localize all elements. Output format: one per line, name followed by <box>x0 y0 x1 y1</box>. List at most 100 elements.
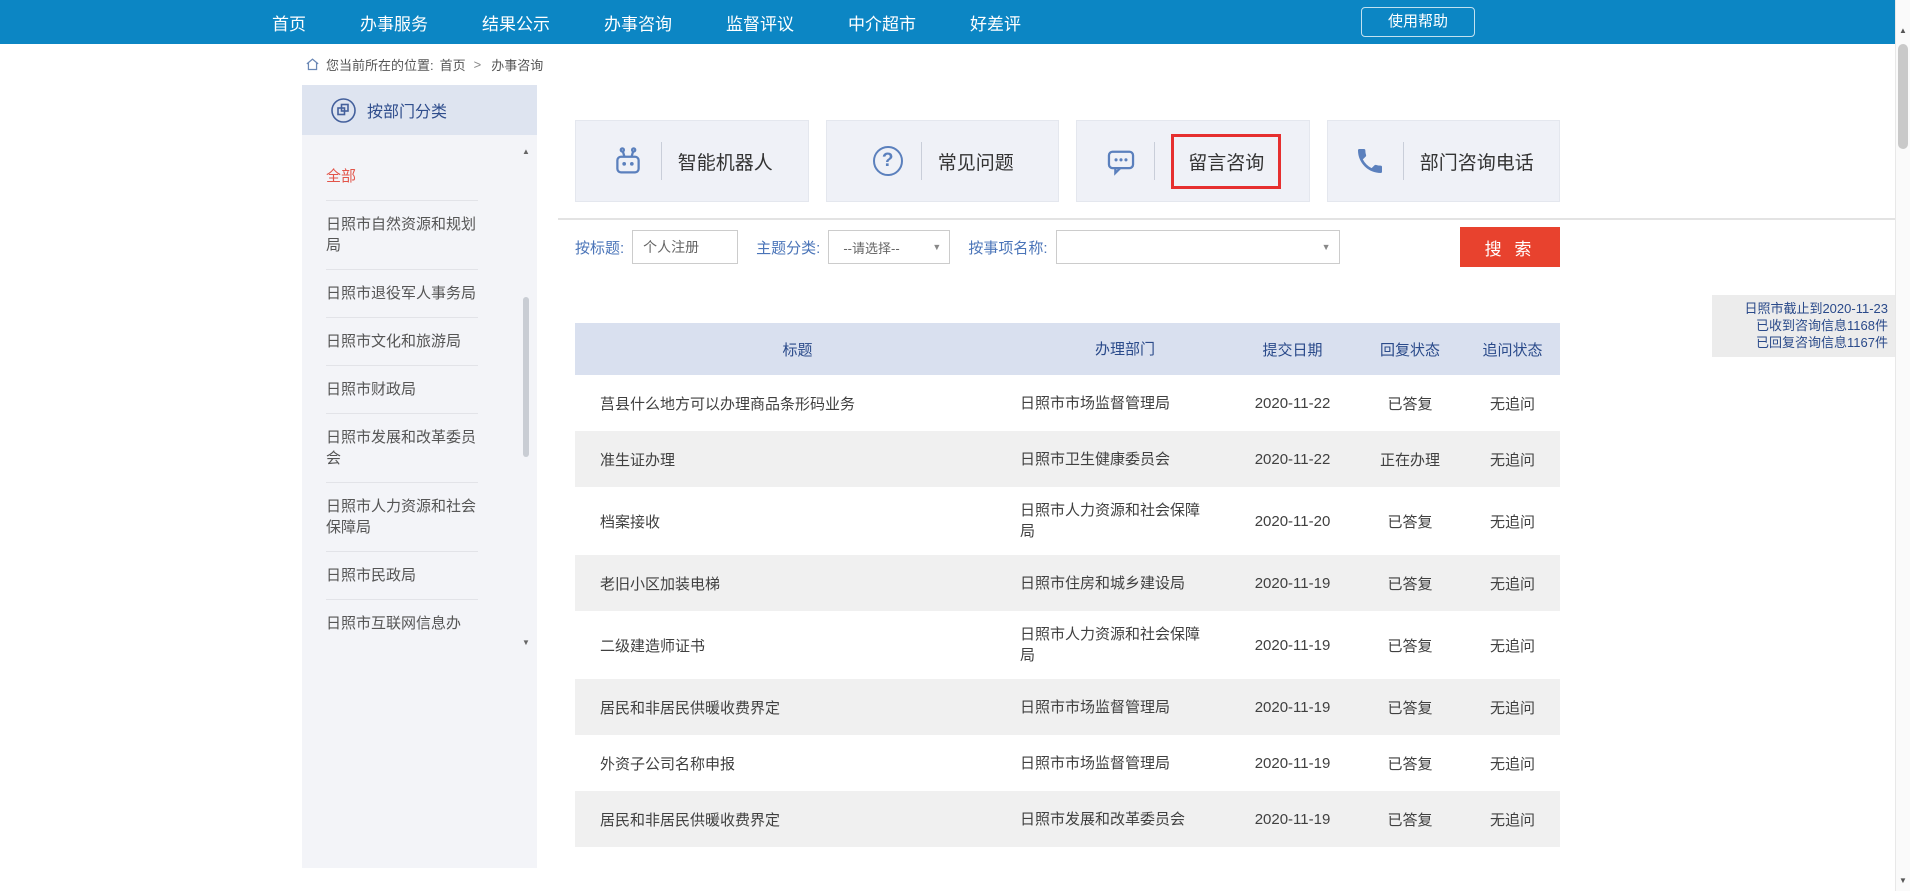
nav-item-results[interactable]: 结果公示 <box>482 10 550 35</box>
table-row[interactable]: 老旧小区加装电梯 日照市住房和城乡建设局 2020-11-19 已答复 无追问 <box>575 555 1560 611</box>
nav-item-rating[interactable]: 好差评 <box>970 10 1021 35</box>
sidebar-item-natural-resources[interactable]: 日照市自然资源和规划局 <box>326 201 478 270</box>
cell-followup-status: 无追问 <box>1465 697 1560 718</box>
top-navigation-bar: 首页 办事服务 结果公示 办事咨询 监督评议 中介超市 好差评 使用帮助 <box>0 0 1895 44</box>
sidebar-scrollbar[interactable]: ▲ ▼ <box>520 147 532 647</box>
tab-department-phone[interactable]: 部门咨询电话 <box>1327 120 1561 202</box>
cell-department: 日照市住房和城乡建设局 <box>1020 573 1230 594</box>
cell-title[interactable]: 外资子公司名称申报 <box>575 753 1020 774</box>
cell-title[interactable]: 居民和非居民供暖收费界定 <box>575 809 1020 830</box>
cell-date: 2020-11-19 <box>1230 811 1355 828</box>
sidebar-item-development-reform[interactable]: 日照市发展和改革委员会 <box>326 414 478 483</box>
tab-label-smart-robot: 智能机器人 <box>678 148 773 175</box>
sidebar-title: 按部门分类 <box>367 98 447 122</box>
sidebar-item-civil-affairs[interactable]: 日照市民政局 <box>326 552 478 600</box>
topic-select[interactable]: --请选择-- ▼ <box>828 230 950 264</box>
search-button[interactable]: 搜 索 <box>1460 227 1560 267</box>
title-search-input[interactable] <box>632 230 738 264</box>
column-header-reply-status: 回复状态 <box>1355 339 1465 360</box>
table-row[interactable]: 档案接收 日照市人力资源和社会保障局 2020-11-20 已答复 无追问 <box>575 487 1560 555</box>
cell-reply-status: 已答复 <box>1355 511 1465 532</box>
sidebar-header: 按部门分类 <box>302 85 537 135</box>
cell-title[interactable]: 档案接收 <box>575 511 1020 532</box>
robot-icon <box>611 144 645 178</box>
scroll-up-icon[interactable]: ▲ <box>1896 26 1910 35</box>
stats-line-2: 已收到咨询信息1168件 <box>1718 317 1888 334</box>
title-filter-label: 按标题: <box>575 237 624 258</box>
cell-date: 2020-11-19 <box>1230 637 1355 654</box>
cell-department: 日照市卫生健康委员会 <box>1020 449 1230 470</box>
cell-title[interactable]: 老旧小区加装电梯 <box>575 573 1020 594</box>
search-filter-bar: 按标题: 主题分类: --请选择-- ▼ 按事项名称: ▼ 搜 索 <box>575 226 1560 268</box>
cell-department: 日照市发展和改革委员会 <box>1020 809 1230 830</box>
cell-department: 日照市人力资源和社会保障局 <box>1020 624 1230 666</box>
cell-reply-status: 已答复 <box>1355 809 1465 830</box>
cell-followup-status: 无追问 <box>1465 573 1560 594</box>
breadcrumb-home-link[interactable]: 首页 <box>440 55 466 74</box>
consultation-stats-box: 日照市截止到2020-11-23 已收到咨询信息1168件 已回复咨询信息116… <box>1712 295 1896 357</box>
table-header-row: 标题 办理部门 提交日期 回复状态 追问状态 <box>575 323 1560 375</box>
consult-tabs: 智能机器人 ? 常见问题 留言咨询 <box>575 120 1560 202</box>
table-row[interactable]: 外资子公司名称申报 日照市市场监督管理局 2020-11-19 已答复 无追问 <box>575 735 1560 791</box>
tab-faq[interactable]: ? 常见问题 <box>826 120 1060 202</box>
nav-menu: 首页 办事服务 结果公示 办事咨询 监督评议 中介超市 好差评 <box>0 10 1021 35</box>
tab-smart-robot[interactable]: 智能机器人 <box>575 120 809 202</box>
cell-title[interactable]: 居民和非居民供暖收费界定 <box>575 697 1020 718</box>
column-header-followup-status: 追问状态 <box>1465 339 1560 360</box>
page-scrollbar[interactable]: ▲ ▼ <box>1895 0 1910 891</box>
cell-followup-status: 无追问 <box>1465 511 1560 532</box>
nav-item-home[interactable]: 首页 <box>272 10 306 35</box>
sidebar-item-internet-info[interactable]: 日照市互联网信息办 <box>326 600 478 647</box>
cell-reply-status: 已答复 <box>1355 753 1465 774</box>
sidebar-item-veterans-affairs[interactable]: 日照市退役军人事务局 <box>326 270 478 318</box>
cell-date: 2020-11-19 <box>1230 575 1355 592</box>
cell-date: 2020-11-22 <box>1230 451 1355 468</box>
table-row[interactable]: 准生证办理 日照市卫生健康委员会 2020-11-22 正在办理 无追问 <box>575 431 1560 487</box>
cell-reply-status: 已答复 <box>1355 697 1465 718</box>
sidebar-item-all[interactable]: 全部 <box>326 153 478 201</box>
scroll-down-icon[interactable]: ▼ <box>1896 876 1910 885</box>
tab-label-department-phone: 部门咨询电话 <box>1420 148 1534 175</box>
cell-date: 2020-11-19 <box>1230 699 1355 716</box>
cell-followup-status: 无追问 <box>1465 753 1560 774</box>
page-scrollbar-thumb[interactable] <box>1898 44 1908 149</box>
nav-item-agency-market[interactable]: 中介超市 <box>848 10 916 35</box>
sidebar-item-culture-tourism[interactable]: 日照市文化和旅游局 <box>326 318 478 366</box>
cell-title[interactable]: 准生证办理 <box>575 449 1020 470</box>
category-icon <box>330 97 357 124</box>
cell-department: 日照市市场监督管理局 <box>1020 753 1230 774</box>
cell-reply-status: 已答复 <box>1355 635 1465 656</box>
column-header-title: 标题 <box>575 339 1020 360</box>
table-row[interactable]: 居民和非居民供暖收费界定 日照市发展和改革委员会 2020-11-19 已答复 … <box>575 791 1560 847</box>
column-header-department: 办理部门 <box>1020 339 1230 360</box>
table-row[interactable]: 居民和非居民供暖收费界定 日照市市场监督管理局 2020-11-19 已答复 无… <box>575 679 1560 735</box>
nav-item-supervision[interactable]: 监督评议 <box>726 10 794 35</box>
main-content: 智能机器人 ? 常见问题 留言咨询 <box>575 85 1560 875</box>
cell-title[interactable]: 二级建造师证书 <box>575 635 1020 656</box>
sidebar-item-human-resources[interactable]: 日照市人力资源和社会保障局 <box>326 483 478 552</box>
cell-followup-status: 无追问 <box>1465 809 1560 830</box>
phone-icon <box>1353 144 1387 178</box>
help-button[interactable]: 使用帮助 <box>1361 7 1475 37</box>
cell-date: 2020-11-20 <box>1230 513 1355 530</box>
chevron-down-icon: ▼ <box>1322 242 1331 252</box>
tab-message-consult[interactable]: 留言咨询 <box>1076 120 1310 202</box>
sidebar-scrollbar-thumb[interactable] <box>523 297 529 457</box>
cell-title[interactable]: 莒县什么地方可以办理商品条形码业务 <box>575 393 1020 414</box>
tab-divider <box>1403 142 1404 180</box>
nav-item-consultation[interactable]: 办事咨询 <box>604 10 672 35</box>
nav-item-services[interactable]: 办事服务 <box>360 10 428 35</box>
cell-followup-status: 无追问 <box>1465 635 1560 656</box>
item-name-select[interactable]: ▼ <box>1056 230 1340 264</box>
table-row[interactable]: 二级建造师证书 日照市人力资源和社会保障局 2020-11-19 已答复 无追问 <box>575 611 1560 679</box>
table-row[interactable]: 莒县什么地方可以办理商品条形码业务 日照市市场监督管理局 2020-11-22 … <box>575 375 1560 431</box>
scroll-down-icon[interactable]: ▼ <box>520 638 532 647</box>
scroll-up-icon[interactable]: ▲ <box>520 147 532 156</box>
home-icon <box>305 57 320 72</box>
cell-reply-status: 已答复 <box>1355 573 1465 594</box>
breadcrumb: 您当前所在的位置: 首页 > 办事咨询 <box>0 44 1895 85</box>
topic-filter-label: 主题分类: <box>756 237 820 258</box>
cell-date: 2020-11-22 <box>1230 395 1355 412</box>
breadcrumb-separator: > <box>474 57 482 72</box>
sidebar-item-finance[interactable]: 日照市财政局 <box>326 366 478 414</box>
